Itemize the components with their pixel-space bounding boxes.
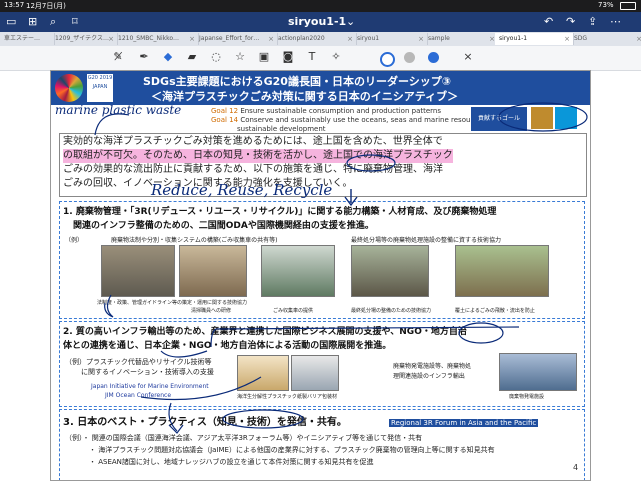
chevron-down-icon[interactable]: ⌄ bbox=[346, 15, 355, 28]
battery-icon bbox=[620, 2, 636, 10]
color-blue[interactable] bbox=[428, 52, 439, 63]
lasso-icon[interactable]: ◌ bbox=[208, 49, 224, 65]
search-icon[interactable]: ⌕ bbox=[50, 15, 56, 29]
tab-6[interactable]: sample × bbox=[424, 33, 499, 45]
tab-bar: 車エステー… 1209_ザイテクス… × 1210_SMBC_Nikko… × Ja… bbox=[0, 32, 641, 47]
sidebar-icon[interactable]: ▭ bbox=[6, 15, 16, 28]
redo-icon[interactable]: ↷ bbox=[566, 15, 575, 28]
status-time: 13:57 bbox=[4, 1, 25, 9]
tab-label: SDG bbox=[574, 35, 588, 42]
tab-0[interactable]: 車エステー… bbox=[0, 33, 55, 45]
status-date: 12月7日(月) bbox=[26, 2, 66, 10]
text-icon[interactable]: T bbox=[304, 49, 320, 65]
color-blue-outline[interactable] bbox=[380, 52, 395, 67]
tab-label: sample bbox=[428, 35, 450, 42]
title-bar: ▭ ⊞ ⌕ ⌑ siryou1-1 ⌄ ↶ ↷ ⇪ ⋯ bbox=[0, 12, 641, 32]
bookmark-icon[interactable]: ⌑ bbox=[72, 15, 78, 28]
tab-4[interactable]: actionplan2020 × bbox=[274, 33, 357, 45]
annotation-toolbar: ✎̸ ✒ ◆ ▰ ◌ ☆ ▣ ◙ T ✧ × bbox=[0, 46, 641, 71]
tab-label: siryou1 bbox=[357, 35, 380, 42]
eraser-icon[interactable]: ◆ bbox=[160, 49, 176, 65]
laser-icon[interactable]: ✧ bbox=[328, 49, 344, 65]
tab-label: 車エステー… bbox=[4, 35, 41, 42]
tab-8[interactable]: SDG × bbox=[570, 33, 641, 45]
close-icon[interactable]: × bbox=[460, 49, 476, 65]
grid-icon[interactable]: ⊞ bbox=[28, 15, 37, 28]
pen-icon[interactable]: ✒ bbox=[136, 49, 152, 65]
battery-level: 73% bbox=[598, 1, 614, 9]
tab-label: actionplan2020 bbox=[278, 35, 325, 42]
close-icon[interactable]: × bbox=[636, 33, 641, 45]
tab-3[interactable]: Japanse_Effort_for… × bbox=[195, 33, 278, 45]
highlighter-icon[interactable]: ▰ bbox=[184, 49, 200, 65]
undo-icon[interactable]: ↶ bbox=[544, 15, 553, 28]
shapes-icon[interactable]: ☆ bbox=[232, 49, 248, 65]
handwriting-overlay bbox=[94, 102, 588, 434]
tab-1[interactable]: 1209_ザイテクス… × bbox=[51, 33, 118, 45]
tab-5[interactable]: siryou1 × bbox=[353, 33, 428, 45]
more-icon[interactable]: ⋯ bbox=[610, 15, 621, 28]
share-icon[interactable]: ⇪ bbox=[588, 15, 597, 28]
document-title[interactable]: siryou1-1 bbox=[288, 15, 346, 28]
slide-page: G20 2019 JAPAN SDGs主要課題におけるG20議長国・日本のリーダ… bbox=[50, 70, 591, 481]
tab-label: Japanse_Effort_for… bbox=[199, 35, 260, 42]
image-icon[interactable]: ▣ bbox=[256, 49, 272, 65]
tab-label: 1210_SMBC_Nikko… bbox=[118, 35, 180, 42]
tab-label: 1209_ザイテクス… bbox=[55, 35, 109, 42]
color-gray[interactable] bbox=[404, 52, 415, 63]
readonly-icon[interactable]: ✎̸ bbox=[110, 49, 126, 65]
tab-2[interactable]: 1210_SMBC_Nikko… × bbox=[114, 33, 199, 45]
tab-label: siryou1-1 bbox=[499, 35, 528, 42]
camera-icon[interactable]: ◙ bbox=[280, 49, 296, 65]
tab-7-active[interactable]: siryou1-1 × bbox=[495, 33, 574, 45]
status-bar: 13:57 12月7日(月) 73% bbox=[0, 0, 641, 12]
